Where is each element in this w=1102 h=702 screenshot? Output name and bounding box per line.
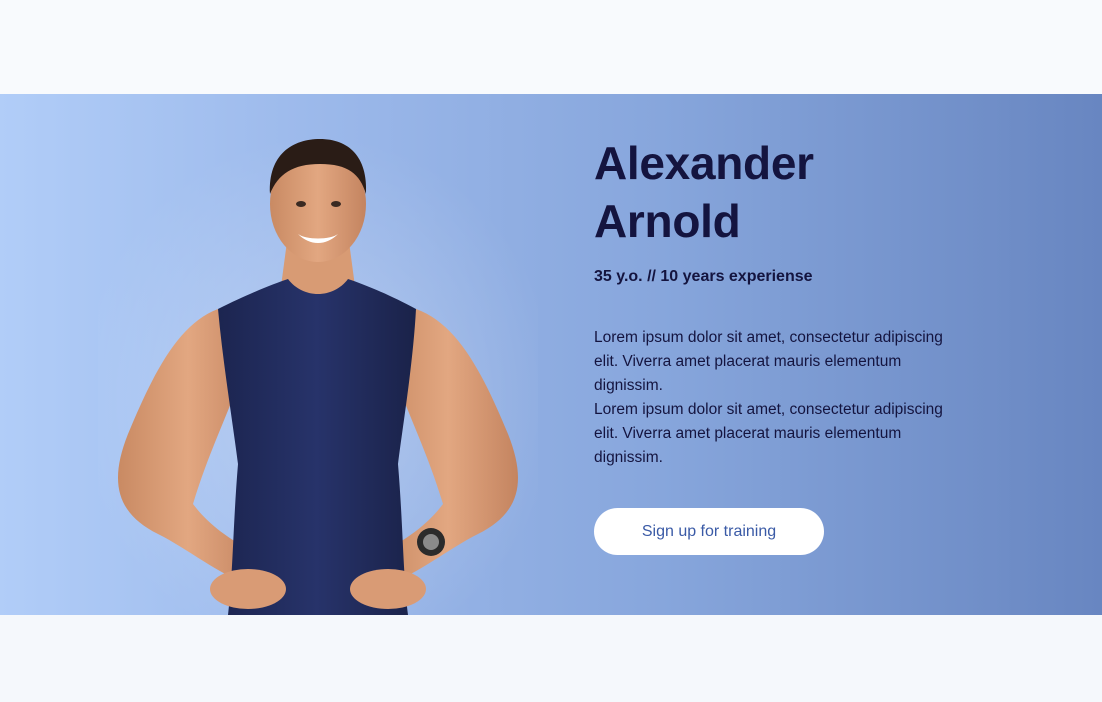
- trainer-age-experience: 35 y.o. // 10 years experiense: [594, 268, 813, 285]
- trainer-name: Alexander Arnold: [594, 134, 974, 250]
- trainer-description: Lorem ipsum dolor sit amet, consectetur …: [594, 326, 964, 470]
- trainer-first-name: Alexander: [594, 137, 814, 189]
- trainer-photo-illustration: [98, 134, 538, 615]
- trainer-hero-section: Alexander Arnold 35 y.o. // 10 years exp…: [0, 94, 1102, 615]
- trainer-info: Alexander Arnold 35 y.o. // 10 years exp…: [594, 134, 974, 555]
- bottom-band: [0, 615, 1102, 702]
- trainer-last-name: Arnold: [594, 195, 741, 247]
- description-paragraph: Lorem ipsum dolor sit amet, consectetur …: [594, 329, 943, 394]
- top-band: [0, 0, 1102, 94]
- description-paragraph: Lorem ipsum dolor sit amet, consectetur …: [594, 401, 943, 466]
- sign-up-button[interactable]: Sign up for training: [594, 508, 824, 555]
- trainer-photo: [98, 134, 538, 615]
